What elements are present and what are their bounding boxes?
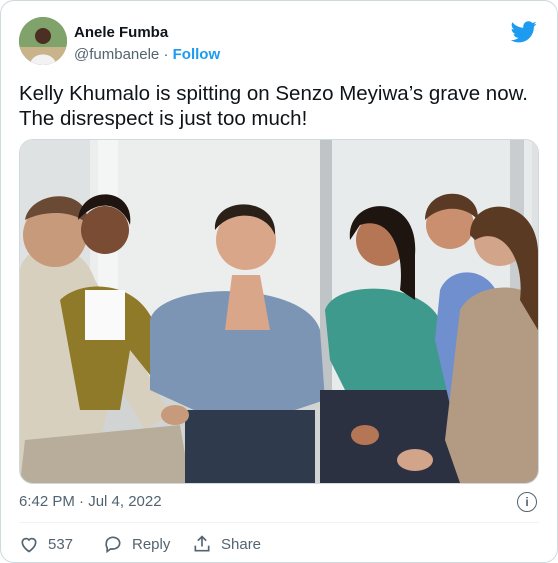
reply-button[interactable]: Reply (103, 534, 170, 554)
reply-icon (105, 536, 121, 554)
tweet-header: Anele Fumba @fumbanele · Follow (19, 17, 539, 69)
twitter-bird-icon[interactable] (511, 21, 537, 43)
reply-label: Reply (132, 535, 171, 553)
tweet-media-image[interactable] (19, 139, 539, 484)
tweet-text-line-2: The disrespect is just too much! (19, 107, 308, 130)
avatar[interactable] (19, 17, 67, 65)
follow-button[interactable]: Follow (173, 46, 221, 63)
share-button[interactable]: Share (192, 534, 261, 554)
share-icon (194, 535, 210, 552)
author-handle-row: @fumbanele · Follow (74, 46, 220, 63)
heart-icon (21, 537, 37, 553)
tweet-card: Anele Fumba @fumbanele · Follow Kelly Kh… (0, 0, 558, 563)
author-name[interactable]: Anele Fumba (74, 24, 168, 41)
separator-dot: · (163, 46, 169, 63)
info-icon[interactable]: i (517, 492, 537, 512)
author-handle[interactable]: @fumbanele (74, 46, 159, 63)
like-count: 537 (48, 535, 74, 553)
tweet-timestamp[interactable]: 6:42 PM · Jul 4, 2022 (19, 493, 162, 510)
share-label: Share (221, 535, 262, 553)
tweet-text: Kelly Khumalo is spitting on Senzo Meyiw… (19, 81, 539, 131)
divider (19, 522, 539, 523)
tweet-text-line-1: Kelly Khumalo is spitting on Senzo Meyiw… (19, 82, 528, 105)
like-button[interactable]: 537 (19, 534, 73, 554)
